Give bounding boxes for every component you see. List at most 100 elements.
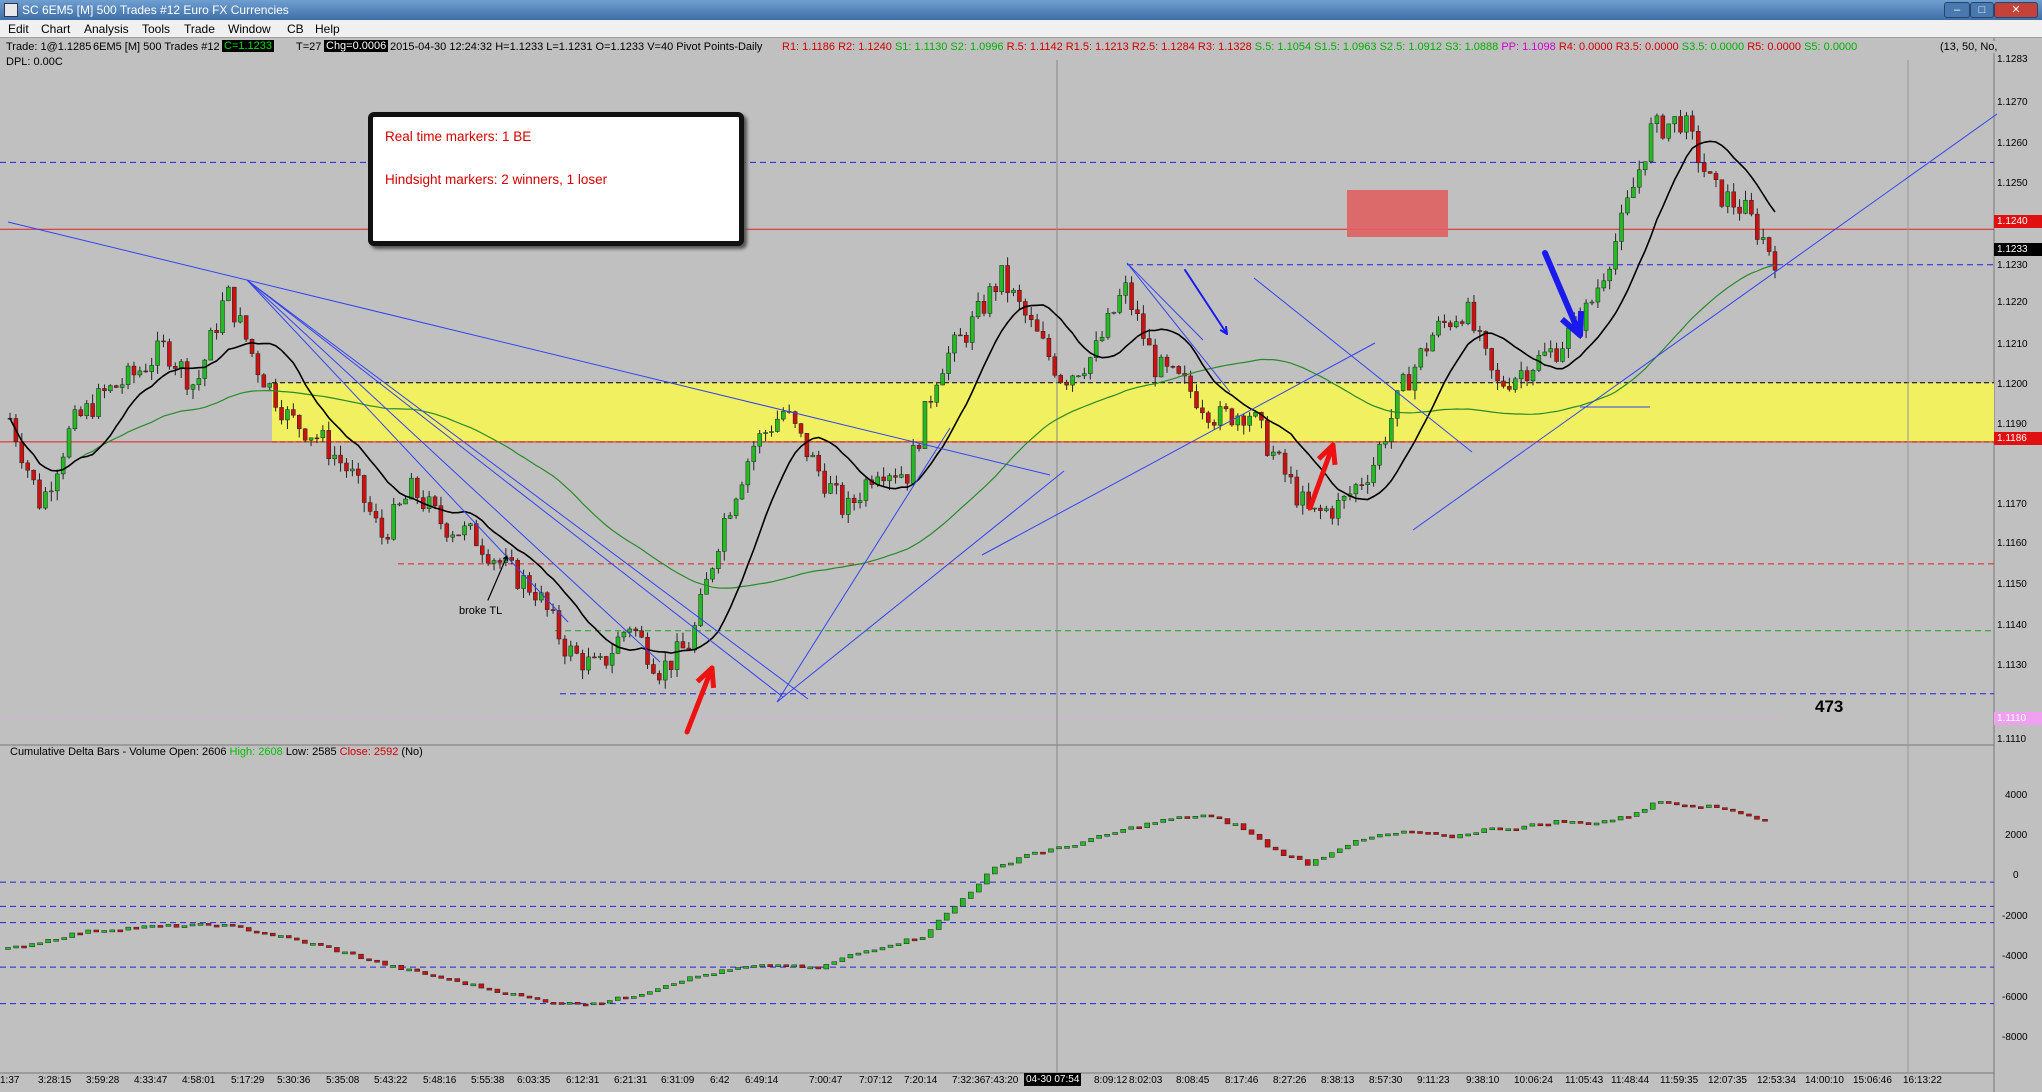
delta-down-bar	[1673, 802, 1680, 806]
delta-up-bar	[165, 924, 172, 927]
trendline	[246, 279, 661, 663]
up-candle	[1743, 199, 1748, 214]
down-candle	[302, 428, 308, 441]
up-candle	[1613, 241, 1618, 270]
down-candle	[834, 483, 839, 486]
up-candle	[149, 365, 154, 372]
delta-down-bar	[366, 958, 372, 962]
delta-up-bar	[655, 988, 661, 992]
delta-up-bar	[1048, 848, 1054, 853]
down-candle	[580, 653, 585, 671]
down-candle	[19, 441, 25, 464]
up-candle	[1560, 348, 1565, 362]
down-candle	[255, 353, 261, 376]
delta-up-bar	[1160, 818, 1167, 823]
delta-up-bar	[1144, 822, 1150, 828]
delta-down-bar	[1665, 801, 1672, 804]
up-candle	[1684, 115, 1689, 133]
time-label: 8:27:26	[1273, 1075, 1307, 1086]
down-candle	[958, 334, 963, 337]
price-label: 1.1110	[1997, 734, 2027, 745]
delta-up-bar	[735, 967, 741, 970]
delta-label: -8000	[2002, 1032, 2028, 1043]
up-candle	[1312, 507, 1317, 510]
delta-up-bar	[927, 929, 934, 938]
delta-up-bar	[775, 964, 781, 967]
delta-down-bar	[245, 927, 252, 932]
delta-down-bar	[1417, 831, 1423, 834]
down-candle	[1052, 356, 1058, 376]
pivot-points-readout: R1: 1.1186 R2: 1.1240 S1: 1.1130 S2: 1.0…	[782, 41, 1937, 55]
down-candle	[881, 476, 886, 482]
time-label: 7:43:20	[985, 1075, 1019, 1086]
delta-up-bar	[69, 932, 75, 938]
up-candle	[1270, 451, 1276, 456]
delta-up-bar	[1401, 830, 1407, 834]
down-candle	[840, 484, 845, 515]
up-candle	[922, 401, 928, 449]
delta-up-bar	[1353, 840, 1359, 846]
delta-down-bar	[213, 924, 220, 928]
down-candle	[326, 430, 332, 460]
delta-down-bar	[77, 932, 83, 936]
down-candle	[249, 338, 255, 354]
up-candle	[1335, 500, 1341, 519]
delta-down-bar	[430, 974, 436, 977]
up-candle	[739, 484, 745, 500]
delta-up-bar	[1096, 835, 1102, 839]
up-candle	[662, 660, 668, 681]
up-candle	[1542, 351, 1548, 356]
delta-up-bar	[695, 975, 701, 979]
down-candle	[633, 628, 638, 632]
delta-down-bar	[1577, 821, 1584, 824]
down-candle	[916, 445, 922, 449]
delta-down-bar	[502, 992, 509, 995]
delta-up-bar	[1016, 857, 1022, 864]
delta-up-bar	[1200, 814, 1207, 818]
delta-down-bar	[261, 932, 268, 935]
price-label: 1.1140	[1997, 620, 2027, 631]
price-label: 1.1160	[1997, 538, 2027, 549]
delta-up-bar	[37, 942, 43, 946]
time-label: 6:03:35	[517, 1075, 551, 1086]
delta-down-bar	[1537, 823, 1544, 827]
time-label: 10:06:24	[1514, 1075, 1553, 1086]
up-candle	[1011, 289, 1016, 293]
down-candle	[893, 475, 898, 478]
down-candle	[1330, 508, 1335, 519]
up-candle	[155, 340, 160, 366]
up-candle	[49, 490, 54, 493]
down-candle	[1690, 115, 1695, 132]
time-label: 5:35:08	[326, 1075, 360, 1086]
r1-price-marker: 1.1186	[1994, 432, 2042, 445]
time-label: 7:32:36	[952, 1075, 986, 1086]
delta-up-bar	[976, 883, 982, 893]
delta-down-bar	[422, 971, 428, 975]
delta-up-bar	[1569, 821, 1576, 824]
delta-up-bar	[1320, 856, 1327, 860]
down-candle	[1028, 314, 1034, 321]
delta-up-bar	[1633, 812, 1640, 817]
down-candle	[1442, 320, 1447, 324]
delta-down-bar	[1240, 823, 1247, 831]
delta-up-bar	[959, 898, 966, 907]
up-candle	[450, 534, 455, 538]
up-candle	[66, 428, 72, 458]
down-candle	[173, 366, 178, 369]
delta-down-bar	[229, 924, 236, 927]
down-candle	[184, 361, 190, 390]
price-chart[interactable]	[0, 0, 2042, 1092]
delta-up-bar	[1505, 828, 1512, 832]
delta-down-bar	[623, 996, 629, 1000]
up-candle	[96, 388, 101, 417]
time-label: 15:06:46	[1853, 1075, 1892, 1086]
delta-up-bar	[1329, 852, 1335, 858]
down-candle	[474, 523, 479, 547]
down-candle	[798, 423, 804, 434]
up-candle	[1631, 186, 1636, 199]
down-candle	[1229, 408, 1235, 426]
up-candle	[934, 384, 940, 403]
down-candle	[485, 554, 491, 564]
down-candle	[592, 656, 597, 659]
delta-down-bar	[1288, 855, 1295, 858]
